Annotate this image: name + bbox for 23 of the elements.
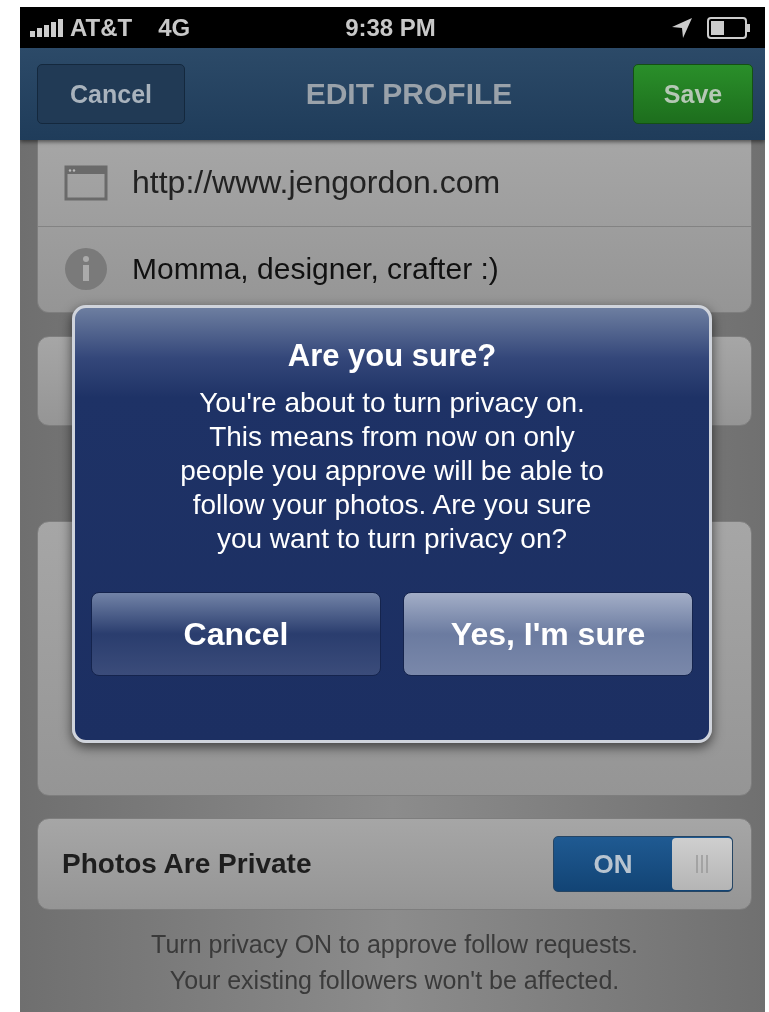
location-arrow-icon — [671, 16, 693, 39]
setting-label: Photos Are Private — [62, 848, 312, 880]
save-button[interactable]: Save — [633, 64, 753, 124]
profile-field[interactable]: http://www.jengordon.com — [132, 164, 501, 202]
signal-icon — [30, 18, 64, 37]
profile-field[interactable]: Momma, designer, crafter :) — [132, 252, 499, 287]
battery-icon — [707, 16, 751, 39]
toggle-thumb[interactable] — [672, 838, 732, 890]
alert-title: Are you sure? — [287, 338, 497, 374]
privacy-toggle[interactable]: ON — [553, 836, 733, 892]
alert-button[interactable]: Yes, I'm sure — [403, 592, 693, 676]
alert-message: You're about to turn privacy on. This means from now on only people you approve will be able to follow your photos. Are you sure you want to turn privacy on? — [180, 386, 604, 556]
status-time: 9:38 PM — [345, 13, 436, 42]
network-type: 4G — [158, 13, 191, 42]
privacy-note: Turn privacy ON to approve follow requests. Your existing followers won't be affected. — [150, 929, 639, 996]
info-icon — [64, 247, 108, 292]
grip-icon — [696, 855, 708, 873]
toggle-label: ON — [592, 848, 634, 880]
alert-button[interactable]: Cancel — [91, 592, 381, 676]
cancel-button[interactable]: Cancel — [37, 64, 185, 124]
carrier-name: AT&T — [70, 13, 133, 42]
browser-window-icon — [64, 164, 108, 201]
screen-title: EDIT PROFILE — [305, 77, 513, 111]
